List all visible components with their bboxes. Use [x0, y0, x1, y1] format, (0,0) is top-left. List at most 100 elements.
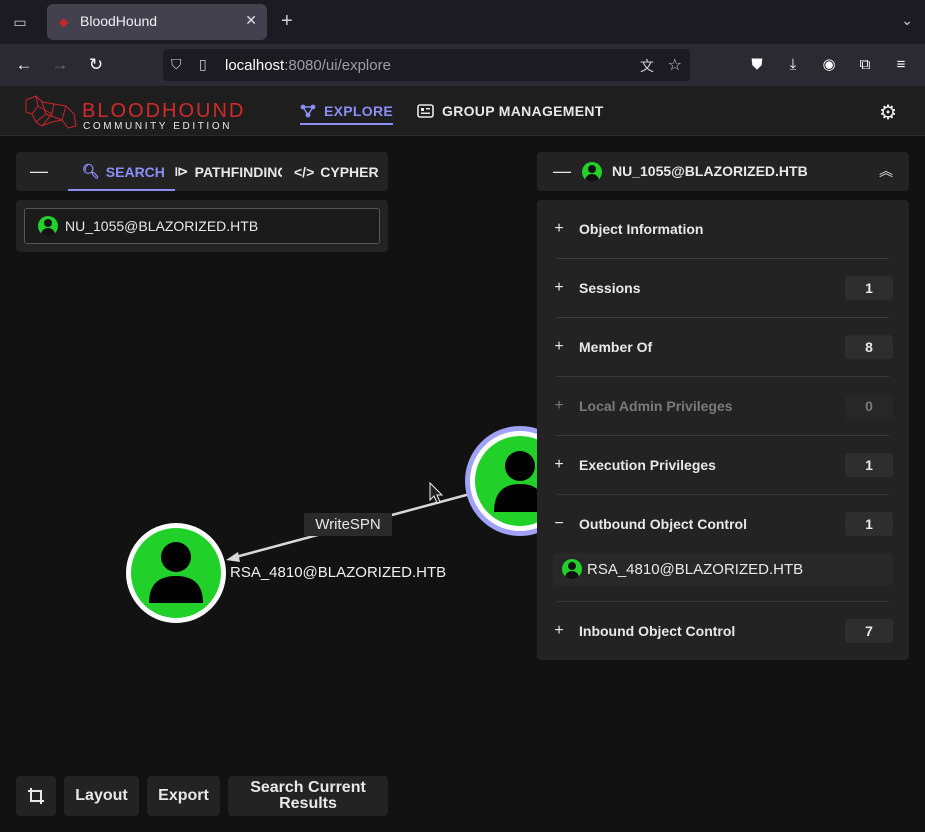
reset-view-button[interactable]	[16, 776, 56, 816]
section-count: 0	[845, 394, 893, 418]
section-sessions[interactable]: + Sessions 1	[553, 274, 893, 302]
page-info-icon[interactable]: ▯	[199, 56, 207, 73]
section-count: 1	[845, 453, 893, 477]
code-icon: </>	[294, 163, 315, 180]
active-tab-indicator	[300, 123, 394, 125]
tab-search-label: SEARCH	[105, 163, 165, 180]
user-icon	[582, 162, 602, 182]
browser-tab-bar: ▭ ◆ BloodHound ✕ + ⌄	[0, 0, 925, 44]
entity-title: NU_1055@BLAZORIZED.HTB	[612, 163, 808, 179]
search-icon: 🔍︎	[82, 163, 100, 179]
expand-icon: +	[554, 622, 564, 639]
tab-pathfinding[interactable]: ⧐ PATHFINDING	[174, 152, 282, 191]
nav-explore-label: EXPLORE	[324, 103, 394, 119]
export-button[interactable]: Export	[147, 776, 220, 816]
expand-icon: +	[554, 397, 564, 414]
collapse-entity-button[interactable]: —	[553, 161, 571, 181]
expand-icon: +	[554, 279, 564, 296]
account-icon[interactable]: ◉	[818, 54, 840, 76]
logo-title: BLOODHOUND	[82, 100, 246, 122]
graph-nodes-icon	[300, 104, 316, 118]
url-host: localhost	[225, 57, 285, 74]
section-member-of[interactable]: + Member Of 8	[553, 333, 893, 361]
app-header: BLOODHOUND COMMUNITY EDITION EXPLORE GRO…	[0, 86, 925, 136]
bookmark-star-icon[interactable]: ☆	[668, 55, 682, 75]
tab-title: BloodHound	[80, 13, 158, 29]
expand-icon: +	[554, 456, 564, 473]
pathfinding-icon: ⧐	[174, 163, 189, 179]
divider	[557, 376, 889, 377]
logo-subtitle: COMMUNITY EDITION	[83, 121, 233, 132]
back-icon[interactable]: ←	[13, 54, 35, 76]
entity-panel-body: + Object Information + Sessions 1 + Memb…	[537, 200, 909, 660]
section-label: Sessions	[579, 280, 641, 296]
url-text[interactable]: localhost:8080/ui/explore	[225, 57, 391, 74]
url-bar[interactable]: ⛉ ▯ localhost:8080/ui/explore 文 ☆	[163, 49, 690, 81]
bloodhound-favicon-icon: ◆	[59, 15, 69, 29]
tab-search[interactable]: 🔍︎ SEARCH	[68, 152, 175, 191]
section-label: Execution Privileges	[579, 457, 716, 473]
mouse-cursor-icon	[429, 481, 444, 504]
edge-arrowhead	[226, 552, 240, 562]
tab-cypher-label: CYPHER	[320, 163, 379, 180]
edge-label[interactable]: WriteSPN	[304, 513, 392, 536]
section-label: Inbound Object Control	[579, 623, 736, 639]
section-count: 8	[845, 335, 893, 359]
graph-node-target[interactable]	[126, 523, 226, 623]
section-label: Local Admin Privileges	[579, 398, 733, 414]
hound-logo-icon	[25, 95, 77, 129]
forward-icon[interactable]: →	[49, 54, 71, 76]
search-input-value: NU_1055@BLAZORIZED.HTB	[65, 218, 259, 234]
chevron-down-icon[interactable]: ⌄	[901, 12, 913, 29]
chevron-double-up-icon[interactable]: ︽	[879, 161, 893, 181]
section-execution-privileges[interactable]: + Execution Privileges 1	[553, 451, 893, 479]
search-current-results-button[interactable]: Search Current Results	[228, 776, 388, 816]
list-item-label: RSA_4810@BLAZORIZED.HTB	[587, 561, 804, 578]
active-tab-indicator	[68, 189, 175, 191]
download-icon[interactable]: ⤓	[782, 54, 804, 76]
nav-group-management[interactable]: GROUP MANAGEMENT	[417, 86, 604, 136]
tab-cypher[interactable]: </> CYPHER	[294, 152, 384, 191]
divider	[557, 494, 889, 495]
node-label[interactable]: RSA_4810@BLAZORIZED.HTB	[230, 564, 446, 581]
divider	[557, 317, 889, 318]
section-object-information[interactable]: + Object Information	[553, 215, 893, 243]
browser-tab[interactable]: ◆ BloodHound ✕	[47, 4, 267, 40]
search-panel-tabs: — 🔍︎ SEARCH ⧐ PATHFINDING </> CYPHER	[16, 152, 388, 191]
section-label: Member Of	[579, 339, 653, 355]
crop-icon	[28, 788, 44, 804]
expand-icon: +	[554, 220, 564, 237]
collapse-search-button[interactable]: —	[30, 161, 48, 181]
id-card-icon	[417, 104, 434, 118]
layout-button[interactable]: Layout	[64, 776, 139, 816]
new-tab-icon[interactable]: +	[281, 10, 293, 32]
shield-icon[interactable]: ⛉	[171, 56, 182, 73]
expand-icon: +	[554, 338, 564, 355]
browser-nav-bar: ← → ↻ ⛉ ▯ localhost:8080/ui/explore 文 ☆ …	[0, 44, 925, 86]
section-label: Outbound Object Control	[579, 516, 747, 532]
list-item[interactable]: RSA_4810@BLAZORIZED.HTB	[553, 553, 893, 585]
section-count: 1	[845, 512, 893, 536]
section-outbound-object-control[interactable]: − Outbound Object Control 1	[553, 510, 893, 538]
settings-gear-icon[interactable]: ⚙	[879, 100, 897, 125]
section-local-admin-privileges: + Local Admin Privileges 0	[553, 392, 893, 420]
search-input[interactable]: NU_1055@BLAZORIZED.HTB	[24, 208, 380, 244]
close-tab-icon[interactable]: ✕	[245, 12, 257, 29]
section-label: Object Information	[579, 221, 704, 237]
bloodhound-logo[interactable]: BLOODHOUND COMMUNITY EDITION	[22, 92, 246, 132]
extensions-icon[interactable]: ⧉	[854, 54, 876, 76]
entity-panel-header: — NU_1055@BLAZORIZED.HTB ︽	[537, 152, 909, 191]
user-icon	[38, 216, 58, 236]
pocket-icon[interactable]: ⛊	[746, 54, 768, 76]
reload-icon[interactable]: ↻	[85, 54, 107, 76]
search-box-container: NU_1055@BLAZORIZED.HTB	[16, 200, 388, 252]
tab-pathfinding-label: PATHFINDING	[194, 163, 282, 180]
user-icon	[562, 559, 582, 579]
nav-explore[interactable]: EXPLORE	[300, 86, 394, 136]
section-inbound-object-control[interactable]: + Inbound Object Control 7	[553, 617, 893, 645]
divider	[557, 435, 889, 436]
hamburger-menu-icon[interactable]: ≡	[890, 54, 912, 76]
section-count: 7	[845, 619, 893, 643]
tab-list-icon[interactable]: ▭	[10, 12, 30, 32]
translate-icon[interactable]: 文	[640, 56, 654, 76]
